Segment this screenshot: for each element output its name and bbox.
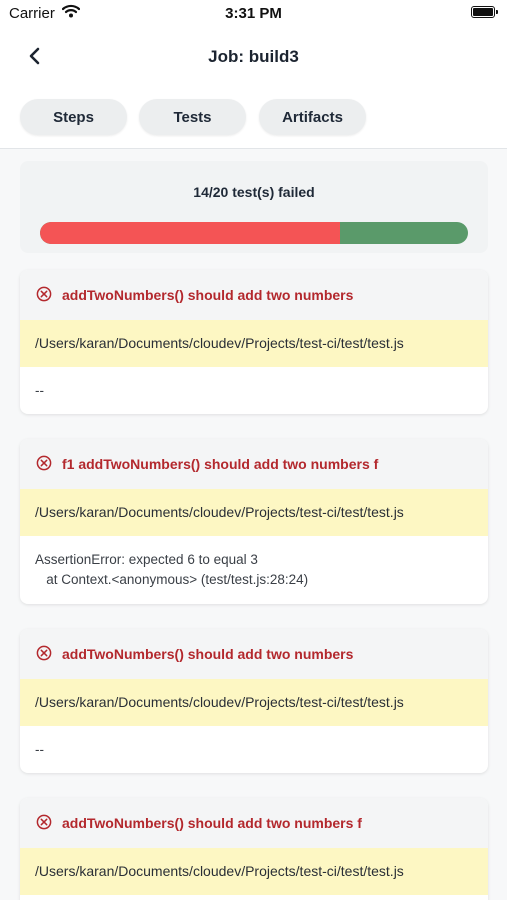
battery-icon [471,6,498,18]
test-name: f1 addTwoNumbers() should add two number… [62,456,379,472]
test-error-detail: -- [20,726,488,760]
test-header[interactable]: addTwoNumbers() should add two numbers [20,270,488,320]
test-result-card[interactable]: addTwoNumbers() should add two numbers f… [20,798,488,900]
error-circle-icon [36,455,52,471]
test-header[interactable]: addTwoNumbers() should add two numbers f [20,798,488,848]
test-header[interactable]: addTwoNumbers() should add two numbers [20,629,488,679]
tab-steps[interactable]: Steps [20,99,127,135]
summary-card: 14/20 test(s) failed [20,161,488,253]
test-name: addTwoNumbers() should add two numbers [62,287,354,303]
test-error-detail [20,895,488,900]
status-bar: Carrier 3:31 PM [0,0,507,28]
test-result-card[interactable]: addTwoNumbers() should add two numbers /… [20,270,488,414]
test-result-card[interactable]: f1 addTwoNumbers() should add two number… [20,439,488,604]
test-results-list[interactable]: 14/20 test(s) failed addTwoNumbers() sho… [0,149,507,900]
failed-portion [40,222,340,244]
test-file-path: /Users/karan/Documents/cloudev/Projects/… [20,489,488,536]
error-circle-icon [36,286,52,302]
navigation-bar: Job: build3 [0,34,507,78]
test-file-path: /Users/karan/Documents/cloudev/Projects/… [20,320,488,367]
test-name: addTwoNumbers() should add two numbers [62,646,354,662]
error-circle-icon [36,645,52,661]
pass-fail-progress-bar [40,222,468,244]
test-file-path: /Users/karan/Documents/cloudev/Projects/… [20,679,488,726]
page-title: Job: build3 [208,47,299,66]
test-file-path: /Users/karan/Documents/cloudev/Projects/… [20,848,488,895]
test-error-detail: -- [20,367,488,401]
test-header[interactable]: f1 addTwoNumbers() should add two number… [20,439,488,489]
tab-artifacts[interactable]: Artifacts [259,99,366,135]
tab-tests[interactable]: Tests [139,99,246,135]
test-result-card[interactable]: addTwoNumbers() should add two numbers /… [20,629,488,773]
error-circle-icon [36,814,52,830]
clock: 3:31 PM [225,5,282,22]
test-name: addTwoNumbers() should add two numbers f [62,815,362,831]
failed-summary-text: 14/20 test(s) failed [193,184,315,200]
test-error-detail: AssertionError: expected 6 to equal 3 at… [20,536,488,590]
